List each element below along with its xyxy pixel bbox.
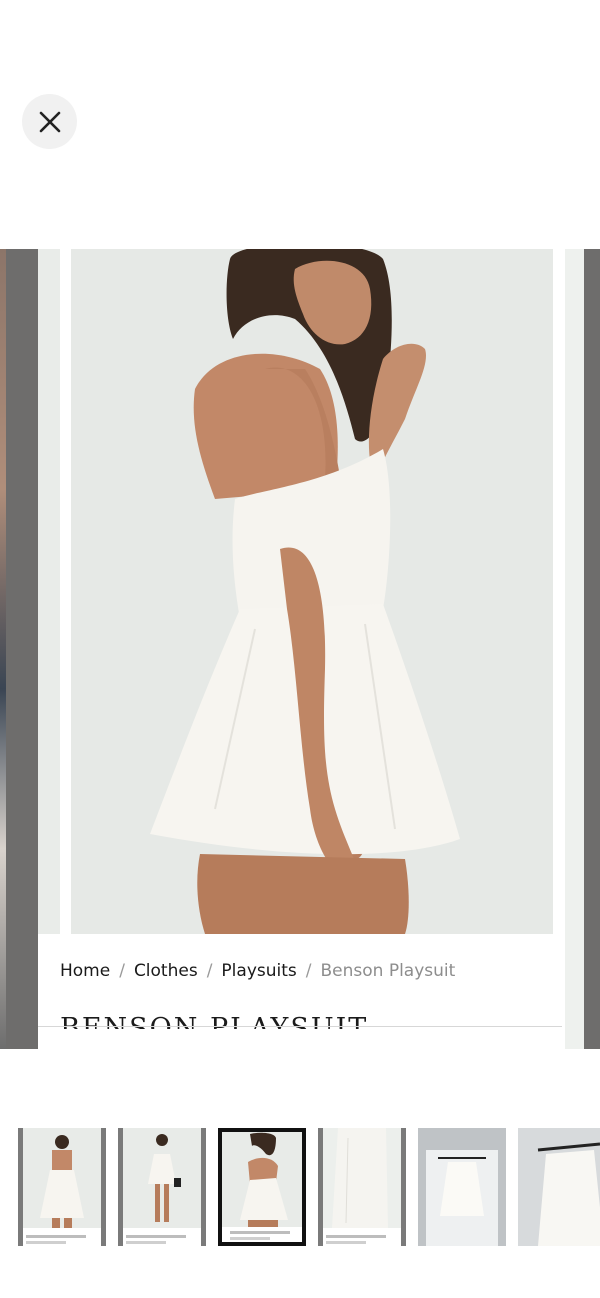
thumbnail-4[interactable] bbox=[318, 1128, 406, 1246]
thumbnail-strip bbox=[18, 1128, 600, 1246]
product-photo bbox=[65, 249, 556, 934]
previous-slide-peek[interactable] bbox=[0, 249, 6, 1049]
breadcrumb: Home / Clothes / Playsuits / Benson Playsuit bbox=[60, 961, 455, 981]
close-icon bbox=[39, 111, 60, 132]
breadcrumb-current: Benson Playsuit bbox=[320, 961, 456, 981]
thumbnail-5[interactable] bbox=[418, 1128, 506, 1246]
breadcrumb-separator: / bbox=[119, 961, 125, 981]
next-slide-peek[interactable] bbox=[562, 249, 584, 1049]
thumbnail-2[interactable] bbox=[118, 1128, 206, 1246]
thumbnail-3[interactable] bbox=[218, 1128, 306, 1246]
breadcrumb-clothes[interactable]: Clothes bbox=[134, 961, 198, 981]
thumbnail-6[interactable] bbox=[518, 1128, 600, 1246]
breadcrumb-separator: / bbox=[305, 961, 312, 981]
divider bbox=[38, 1026, 583, 1027]
current-slide[interactable]: Home / Clothes / Playsuits / Benson Playsuit B… bbox=[38, 249, 583, 1049]
breadcrumb-separator: / bbox=[206, 961, 213, 981]
close-button[interactable] bbox=[22, 94, 77, 149]
image-viewer[interactable]: Home / Clothes / Playsuits / Benson Playsuit B… bbox=[0, 249, 600, 1049]
breadcrumb-home[interactable]: Home bbox=[60, 961, 110, 981]
breadcrumb-playsuits[interactable]: Playsuits bbox=[221, 961, 296, 981]
photo-edge bbox=[38, 249, 60, 934]
thumbnail-1[interactable] bbox=[18, 1128, 106, 1246]
